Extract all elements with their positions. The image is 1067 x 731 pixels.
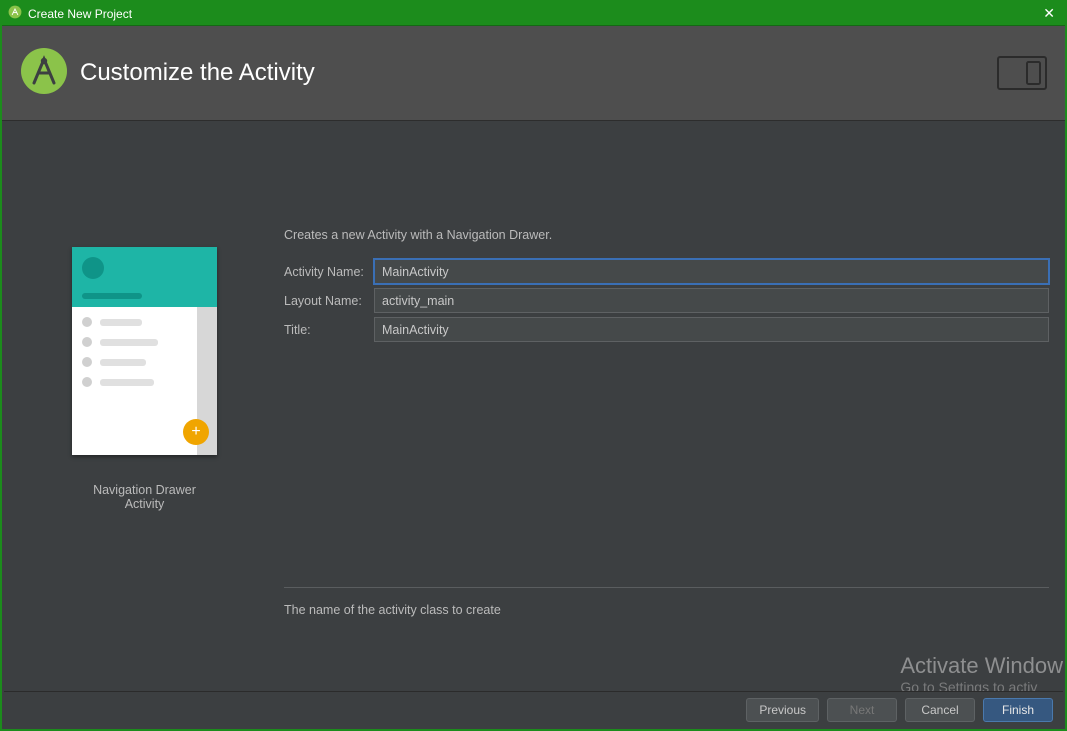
page-title: Customize the Activity [80,59,315,87]
close-icon[interactable]: ✕ [1039,5,1059,22]
wizard-header: Customize the Activity [2,26,1065,121]
title-field[interactable] [374,317,1049,342]
android-studio-logo-icon [20,47,68,100]
layout-name-label: Layout Name: [284,294,374,308]
template-preview: + Navigation Drawer Activity [72,247,217,511]
template-name: Navigation Drawer Activity [72,483,217,511]
android-studio-icon [8,5,22,22]
template-preview-image: + [72,247,217,455]
previous-button[interactable]: Previous [746,698,819,722]
window-title: Create New Project [28,7,132,21]
layout-name-field[interactable] [374,288,1049,313]
wizard-footer: Previous Next Cancel Finish [4,691,1063,727]
window-titlebar: Create New Project ✕ [2,2,1065,26]
windows-activation-watermark: Activate Window Go to Settings to activ [900,653,1063,695]
cancel-button[interactable]: Cancel [905,698,975,722]
section-divider [284,587,1049,588]
field-hint: The name of the activity class to create [284,603,501,617]
activity-form: Activity Name: Layout Name: Title: [284,259,1049,346]
title-label: Title: [284,323,374,337]
activity-description: Creates a new Activity with a Navigation… [284,228,552,242]
wizard-content: Creates a new Activity with a Navigation… [4,123,1063,689]
activity-name-field[interactable] [374,259,1049,284]
activity-name-label: Activity Name: [284,265,374,279]
device-preview-icon [997,55,1047,91]
next-button[interactable]: Next [827,698,897,722]
finish-button[interactable]: Finish [983,698,1053,722]
